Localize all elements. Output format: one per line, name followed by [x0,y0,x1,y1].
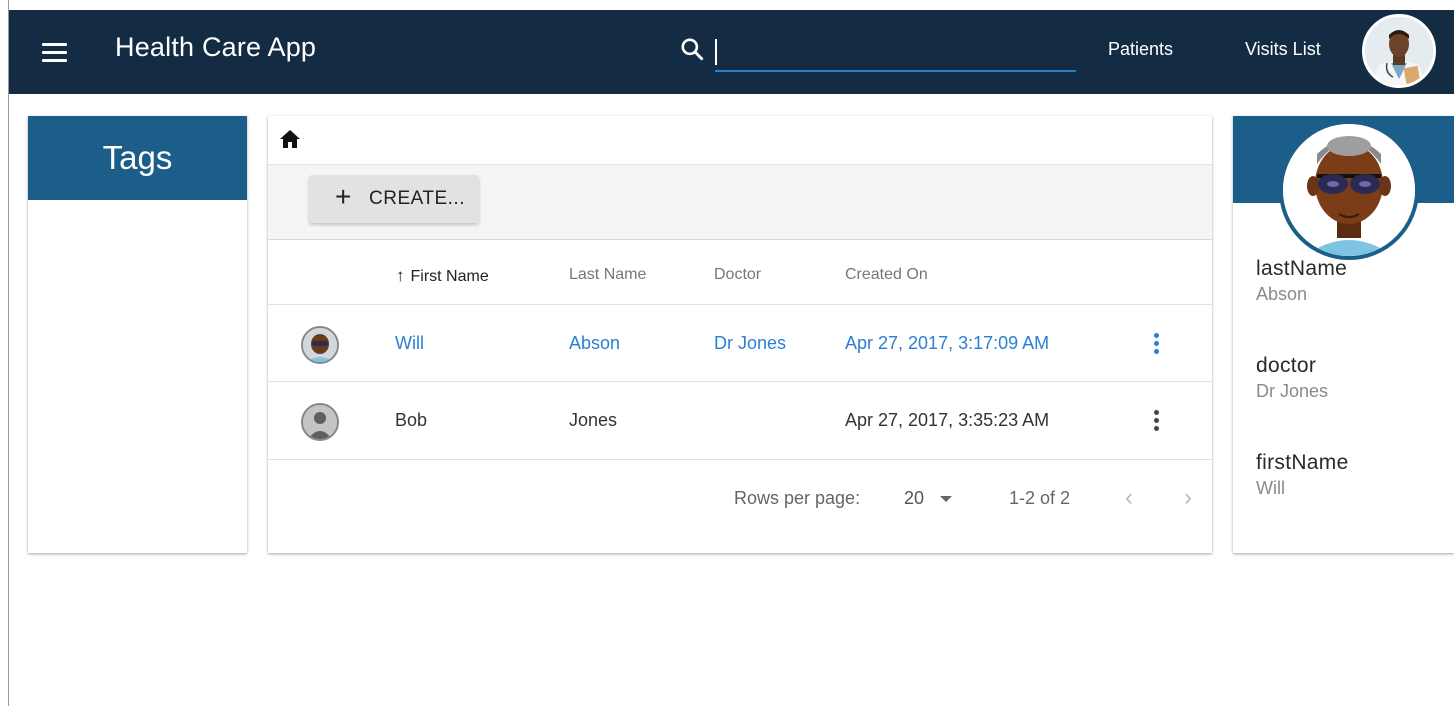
column-header-doctor[interactable]: Doctor [714,266,761,284]
more-vert-icon[interactable] [1148,408,1164,436]
user-avatar[interactable] [1362,14,1436,88]
patient-detail-avatar [1279,120,1419,260]
patient-detail-panel: lastName Abson doctor Dr Jones firstName… [1233,116,1454,553]
previous-page-icon[interactable]: ‹ [1125,484,1133,512]
next-page-icon[interactable]: › [1184,484,1192,512]
dropdown-arrow-icon [940,496,953,503]
tags-title: Tags [28,116,247,200]
nav-patients[interactable]: Patients [1108,39,1173,60]
create-button-label: CREATE... [369,188,465,209]
patients-panel: + CREATE... ↑ First Name Last Name Doctor… [268,116,1212,553]
field-value-doctor: Dr Jones [1256,381,1329,401]
cell-doctor[interactable]: Dr Jones [714,333,786,354]
field-label-lastname: lastName [1256,257,1348,280]
field-label-doctor: doctor [1256,354,1317,377]
cell-last-name[interactable]: Abson [569,333,620,354]
search-input[interactable] [715,34,1076,72]
create-button[interactable]: + CREATE... [309,175,479,223]
search-icon [681,38,704,61]
rows-per-page-label: Rows per page: [734,488,861,508]
field-value-lastname: Abson [1256,284,1308,304]
sort-arrow-up-icon: ↑ [396,266,405,285]
column-header-created-on[interactable]: Created On [845,266,928,284]
text-cursor [715,39,717,65]
column-header-first-name[interactable]: ↑ First Name [396,266,489,286]
app-title: Health Care App [115,32,317,62]
toolbar: + CREATE... [268,164,1212,240]
tags-panel: Tags [28,116,247,553]
field-value-firstname: Will [1256,478,1285,498]
cell-first-name: Bob [395,410,428,430]
patient-avatar [301,326,339,364]
cell-created-on[interactable]: Apr 27, 2017, 3:17:09 AM [845,333,1049,354]
more-vert-icon[interactable] [1148,331,1164,359]
rows-per-page-select[interactable]: 20 [904,488,953,509]
cell-first-name[interactable]: Will [395,333,424,354]
menu-icon[interactable] [39,40,69,64]
home-icon[interactable] [278,127,302,151]
column-header-last-name[interactable]: Last Name [569,266,646,284]
patient-avatar-placeholder [301,403,339,441]
plus-icon: + [335,181,352,212]
nav-visits-list[interactable]: Visits List [1245,39,1321,60]
cell-last-name: Jones [569,410,618,430]
cell-created-on: Apr 27, 2017, 3:35:23 AM [845,410,1050,430]
table-row[interactable]: Bob Jones Apr 27, 2017, 3:35:23 AM [268,382,1212,460]
table-row[interactable]: Will Abson Dr Jones Apr 27, 2017, 3:17:0… [268,304,1212,382]
app-bar: Health Care App Patients Visits List [9,10,1454,94]
pagination-range: 1-2 of 2 [1009,488,1071,508]
field-label-firstname: firstName [1256,451,1349,474]
